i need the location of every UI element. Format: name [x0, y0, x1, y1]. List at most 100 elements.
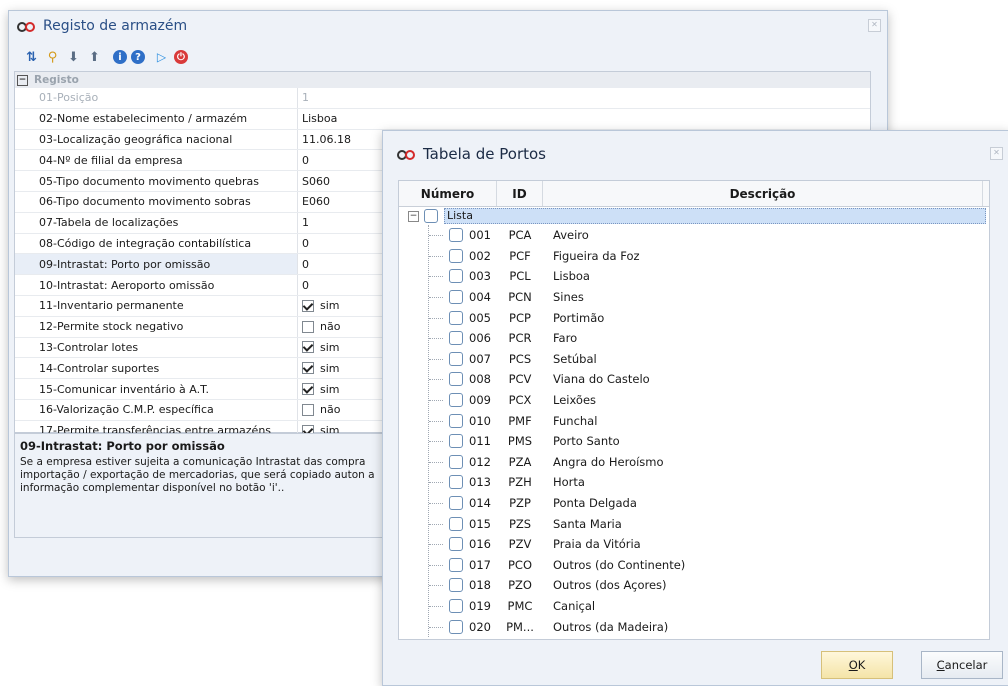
- port-row[interactable]: 012 PZA Angra do Heroísmo: [399, 452, 989, 473]
- port-row[interactable]: 005 PCP Portimão: [399, 307, 989, 328]
- port-number-cell: 009: [399, 393, 497, 408]
- close-icon[interactable]: ✕: [990, 147, 1003, 160]
- search-icon[interactable]: ⚲: [44, 49, 61, 66]
- info-icon[interactable]: i: [113, 50, 127, 64]
- port-checkbox[interactable]: [449, 290, 463, 305]
- property-label: 07-Tabela de localizações: [15, 212, 298, 233]
- port-number-cell: 014: [399, 496, 497, 511]
- sort-icon[interactable]: ⇅: [23, 49, 40, 66]
- port-checkbox[interactable]: [449, 496, 463, 511]
- port-row[interactable]: 019 PMC Caniçal: [399, 596, 989, 617]
- port-row[interactable]: 006 PCR Faro: [399, 328, 989, 349]
- port-checkbox[interactable]: [449, 434, 463, 449]
- port-row[interactable]: 020 PM... Outros (da Madeira): [399, 616, 989, 637]
- root-checkbox[interactable]: [424, 209, 438, 223]
- port-number-cell: 003: [399, 269, 497, 284]
- port-checkbox[interactable]: [449, 516, 463, 531]
- ok-button[interactable]: OK: [821, 651, 893, 679]
- port-id: PCX: [508, 393, 532, 408]
- port-checkbox[interactable]: [449, 413, 463, 428]
- port-description: Sines: [553, 290, 584, 305]
- port-checkbox[interactable]: [449, 393, 463, 408]
- port-number: 011: [469, 434, 491, 449]
- port-checkbox[interactable]: [449, 557, 463, 572]
- property-checkbox[interactable]: [302, 320, 314, 333]
- property-row[interactable]: 01-Posição 1: [15, 88, 870, 109]
- port-number-cell: 004: [399, 290, 497, 305]
- property-row[interactable]: 02-Nome estabelecimento / armazém Lisboa: [15, 108, 870, 130]
- port-number-cell: 016: [399, 537, 497, 552]
- property-value[interactable]: Lisboa: [298, 109, 870, 129]
- port-checkbox[interactable]: [449, 310, 463, 325]
- property-label: 09-Intrastat: Porto por omissão: [15, 254, 298, 275]
- port-id: PM...: [506, 619, 534, 634]
- property-value[interactable]: 1: [298, 88, 870, 108]
- property-checkbox[interactable]: [302, 403, 314, 416]
- arrow-down-icon[interactable]: ⬇: [65, 49, 82, 66]
- column-header-number[interactable]: Número: [399, 181, 497, 206]
- port-id: PCV: [508, 372, 532, 387]
- arrow-up-icon[interactable]: ⬆: [86, 49, 103, 66]
- property-checkbox[interactable]: [302, 383, 314, 396]
- port-id: PCL: [509, 269, 531, 284]
- column-header-id[interactable]: ID: [497, 181, 543, 206]
- power-icon[interactable]: ⏻: [174, 50, 188, 64]
- port-checkbox[interactable]: [449, 372, 463, 387]
- tree-root-label: Lista: [444, 208, 986, 224]
- port-number-cell: 010: [399, 413, 497, 428]
- close-icon[interactable]: ✕: [868, 19, 881, 32]
- port-checkbox[interactable]: [449, 269, 463, 284]
- port-checkbox[interactable]: [449, 537, 463, 552]
- property-checkbox[interactable]: [302, 341, 314, 354]
- port-number: 006: [469, 331, 491, 346]
- port-checkbox[interactable]: [449, 454, 463, 469]
- port-row[interactable]: 014 PZP Ponta Delgada: [399, 493, 989, 514]
- port-checkbox[interactable]: [449, 619, 463, 634]
- port-checkbox[interactable]: [449, 228, 463, 243]
- port-id: PCO: [507, 557, 533, 572]
- port-row[interactable]: 016 PZV Praia da Vitória: [399, 534, 989, 555]
- port-row[interactable]: 008 PCV Viana do Castelo: [399, 369, 989, 390]
- port-checkbox[interactable]: [449, 578, 463, 593]
- port-checkbox[interactable]: [449, 598, 463, 613]
- port-row[interactable]: 007 PCS Setúbal: [399, 349, 989, 370]
- port-description: Praia da Vitória: [553, 537, 641, 552]
- port-row[interactable]: 009 PCX Leixões: [399, 390, 989, 411]
- port-description: Aveiro: [553, 228, 589, 243]
- property-checkbox[interactable]: [302, 362, 314, 375]
- play-icon[interactable]: ▷: [153, 49, 170, 66]
- collapse-icon[interactable]: −: [408, 210, 419, 222]
- collapse-icon[interactable]: −: [17, 74, 28, 86]
- tree-root-row[interactable]: − Lista: [399, 207, 989, 225]
- property-label: 06-Tipo documento movimento sobras: [15, 191, 298, 212]
- column-header-description[interactable]: Descrição: [543, 181, 983, 206]
- port-row[interactable]: 010 PMF Funchal: [399, 410, 989, 431]
- port-checkbox[interactable]: [449, 351, 463, 366]
- port-number-cell: 018: [399, 578, 497, 593]
- help-icon[interactable]: ?: [131, 50, 145, 64]
- port-number: 019: [469, 598, 491, 613]
- port-checkbox[interactable]: [449, 331, 463, 346]
- port-checkbox[interactable]: [449, 248, 463, 263]
- port-row[interactable]: 013 PZH Horta: [399, 472, 989, 493]
- cancel-button-label: Cancelar: [936, 658, 988, 672]
- port-row[interactable]: 001 PCA Aveiro: [399, 225, 989, 246]
- property-label: 15-Comunicar inventário à A.T.: [15, 379, 298, 399]
- port-row[interactable]: 015 PZS Santa Maria: [399, 513, 989, 534]
- port-row[interactable]: 003 PCL Lisboa: [399, 266, 989, 287]
- port-number-cell: 012: [399, 454, 497, 469]
- property-label: 03-Localização geográfica nacional: [15, 129, 298, 150]
- property-value-text: não: [320, 320, 341, 334]
- port-row[interactable]: 004 PCN Sines: [399, 287, 989, 308]
- port-row[interactable]: 011 PMS Porto Santo: [399, 431, 989, 452]
- port-description: Outros (do Continente): [553, 557, 686, 572]
- port-number-cell: 011: [399, 434, 497, 449]
- port-checkbox[interactable]: [449, 475, 463, 490]
- property-checkbox[interactable]: [302, 299, 314, 312]
- category-row[interactable]: − Registo: [15, 72, 870, 88]
- port-number-cell: 005: [399, 310, 497, 325]
- cancel-button[interactable]: Cancelar: [921, 651, 1003, 679]
- port-row[interactable]: 017 PCO Outros (do Continente): [399, 555, 989, 576]
- port-row[interactable]: 018 PZO Outros (dos Açores): [399, 575, 989, 596]
- port-row[interactable]: 002 PCF Figueira da Foz: [399, 246, 989, 267]
